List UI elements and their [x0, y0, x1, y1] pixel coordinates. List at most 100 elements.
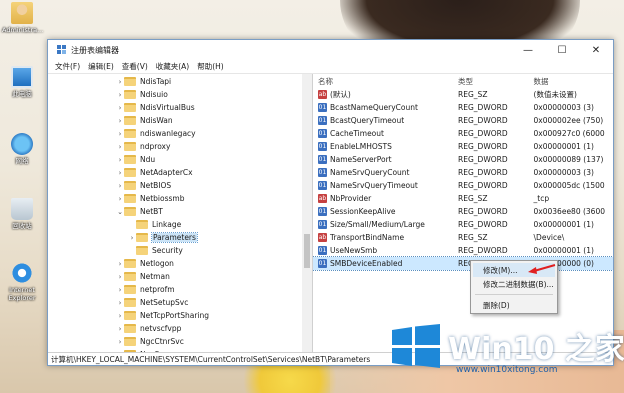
tree-item[interactable]: Security [128, 244, 183, 257]
expand-arrow-icon[interactable]: › [116, 156, 124, 164]
expand-arrow-icon[interactable]: › [116, 273, 124, 281]
value-row[interactable]: 01 NameServerPort REG_DWORD 0x00000089 (137… [313, 153, 613, 166]
expand-arrow-icon[interactable]: › [116, 104, 124, 112]
tree-item[interactable]: Linkage [128, 218, 181, 231]
menu-file[interactable]: 文件(F) [51, 61, 84, 72]
expand-arrow-icon[interactable]: › [116, 182, 124, 190]
column-header-data[interactable]: 数据 [534, 76, 613, 87]
expand-arrow-icon[interactable]: › [116, 325, 124, 333]
menu-favorites[interactable]: 收藏夹(A) [152, 61, 193, 72]
expand-arrow-icon[interactable]: › [116, 312, 124, 320]
folder-icon [124, 129, 136, 138]
tree-item[interactable]: › NetBIOS [116, 179, 171, 192]
value-row[interactable]: 01 UseNewSmb REG_DWORD 0x00000001 (1) [313, 244, 613, 257]
expand-arrow-icon[interactable]: › [116, 117, 124, 125]
dword-value-icon: 01 [318, 116, 327, 125]
tree-item[interactable]: › Ndu [116, 153, 155, 166]
expand-arrow-icon[interactable]: › [116, 338, 124, 346]
value-row[interactable]: 01 SessionKeepAlive REG_DWORD 0x0036ee80 (3… [313, 205, 613, 218]
tree-item-label: Security [152, 246, 183, 255]
tree-item[interactable]: › Netbiossmb [116, 192, 184, 205]
tree-item[interactable]: › NdisWan [116, 114, 173, 127]
value-row[interactable]: ab (默认) REG_SZ (数值未设置) [313, 88, 613, 101]
value-name: SMBDeviceEnabled [330, 259, 403, 268]
dword-value-icon: 01 [318, 207, 327, 216]
title-bar[interactable]: 注册表编辑器 — ☐ ✕ [48, 40, 613, 60]
menu-edit[interactable]: 编辑(E) [84, 61, 118, 72]
value-data: 0x00000001 (1) [533, 246, 594, 255]
desktop-icon-recycle-bin[interactable]: 回收站 [2, 198, 42, 230]
value-name-cell: 01 SMBDeviceEnabled [313, 259, 458, 268]
expand-arrow-icon[interactable]: › [116, 130, 124, 138]
tree-item[interactable]: › netvscfvpp [116, 322, 181, 335]
folder-icon [136, 233, 148, 242]
tree-item[interactable]: › Ndisuio [116, 88, 168, 101]
context-item-delete[interactable]: 删除(D) [471, 298, 557, 312]
maximize-button[interactable]: ☐ [545, 40, 579, 60]
tree-item[interactable]: › NetAdapterCx [116, 166, 193, 179]
tree-item[interactable]: › ndproxy [116, 140, 170, 153]
user-folder-icon [11, 2, 33, 24]
value-name-cell: 01 NameSrvQueryCount [313, 168, 458, 177]
expand-arrow-icon[interactable]: › [116, 260, 124, 268]
value-row[interactable]: 01 NameSrvQueryTimeout REG_DWORD 0x000005dc… [313, 179, 613, 192]
tree-item[interactable]: ⌄ NetBT [116, 205, 163, 218]
desktop-icon-label: 网络 [15, 157, 29, 165]
tree-item[interactable]: › Netman [116, 270, 170, 283]
tree-item[interactable]: › netprofm [116, 283, 175, 296]
value-type: REG_DWORD [458, 168, 508, 177]
tree-item[interactable]: › NdisVirtualBus [116, 101, 195, 114]
expand-arrow-icon[interactable]: › [116, 91, 124, 99]
expand-arrow-icon[interactable]: › [116, 299, 124, 307]
expand-arrow-icon[interactable]: › [116, 143, 124, 151]
desktop-icon-network[interactable]: 网络 [2, 133, 42, 165]
value-name: Size/Small/Medium/Large [330, 220, 425, 229]
value-row[interactable]: 01SMBDeviceEnabledREG_DWORD0x00000000 (0… [313, 256, 613, 271]
dword-value-icon: 01 [318, 259, 327, 268]
expand-arrow-icon[interactable]: › [128, 234, 136, 242]
tree-item[interactable]: › Parameters [128, 231, 198, 244]
value-data: 0x000002ee (750) [533, 116, 604, 125]
tree-item[interactable]: › NgcCtnrSvc [116, 335, 184, 348]
expanded-arrow-icon[interactable]: ⌄ [116, 208, 124, 216]
value-row[interactable]: 01 NameSrvQueryCount REG_DWORD 0x00000003 (… [313, 166, 613, 179]
value-name: CacheTimeout [330, 129, 384, 138]
close-button[interactable]: ✕ [579, 40, 613, 60]
tree-item-label: NetBT [140, 207, 163, 216]
tree-item[interactable]: › NdisTapi [116, 75, 171, 88]
menu-view[interactable]: 查看(V) [118, 61, 152, 72]
minimize-button[interactable]: — [511, 40, 545, 60]
tree-item[interactable]: › NetTcpPortSharing [116, 309, 209, 322]
context-item-modify-binary[interactable]: 修改二进制数据(B)... [471, 277, 557, 291]
expand-arrow-icon[interactable]: › [116, 286, 124, 294]
value-row[interactable]: 01 BcastNameQueryCount REG_DWORD 0x00000003… [313, 101, 613, 114]
value-type: REG_DWORD [458, 142, 508, 151]
expand-arrow-icon[interactable]: › [116, 195, 124, 203]
menu-help[interactable]: 帮助(H) [193, 61, 228, 72]
tree-item[interactable]: › Netlogon [116, 257, 174, 270]
value-row[interactable]: ab NbProvider REG_SZ _tcp [313, 192, 613, 205]
desktop-icon-ie[interactable]: Internet Explorer [2, 262, 42, 302]
tree-scrollbar-thumb[interactable] [304, 234, 310, 268]
desktop-icon-computer[interactable]: 此电脑 [2, 66, 42, 98]
expand-arrow-icon[interactable]: › [116, 78, 124, 86]
tree-item-label: NetBIOS [140, 181, 172, 190]
expand-arrow-icon[interactable]: › [116, 169, 124, 177]
value-row[interactable]: 01 Size/Small/Medium/Large REG_DWORD 0x0000… [313, 218, 613, 231]
column-header-name[interactable]: 名称 [313, 76, 458, 87]
tree-scrollbar[interactable] [302, 74, 312, 352]
value-row[interactable]: ab TransportBindName REG_SZ \Device\ [313, 231, 613, 244]
desktop-icon-user[interactable]: Administra... [2, 2, 43, 34]
value-row[interactable]: 01 BcastQueryTimeout REG_DWORD 0x000002ee (… [313, 114, 613, 127]
tree-item[interactable]: › NetSetupSvc [116, 296, 188, 309]
value-name: BcastNameQueryCount [330, 103, 418, 112]
value-row[interactable]: 01 CacheTimeout REG_DWORD 0x000927c0 (6000 [313, 127, 613, 140]
folder-icon [124, 272, 136, 281]
value-data: 0x00000001 (1) [533, 142, 594, 151]
value-name: TransportBindName [330, 233, 405, 242]
value-row[interactable]: 01 EnableLMHOSTS REG_DWORD 0x00000001 (1) [313, 140, 613, 153]
column-header-type[interactable]: 类型 [458, 76, 533, 87]
tree-item[interactable]: › ndiswanlegacy [116, 127, 196, 140]
value-name-cell: ab TransportBindName [313, 233, 458, 242]
desktop-icon-label: 回收站 [12, 222, 32, 230]
